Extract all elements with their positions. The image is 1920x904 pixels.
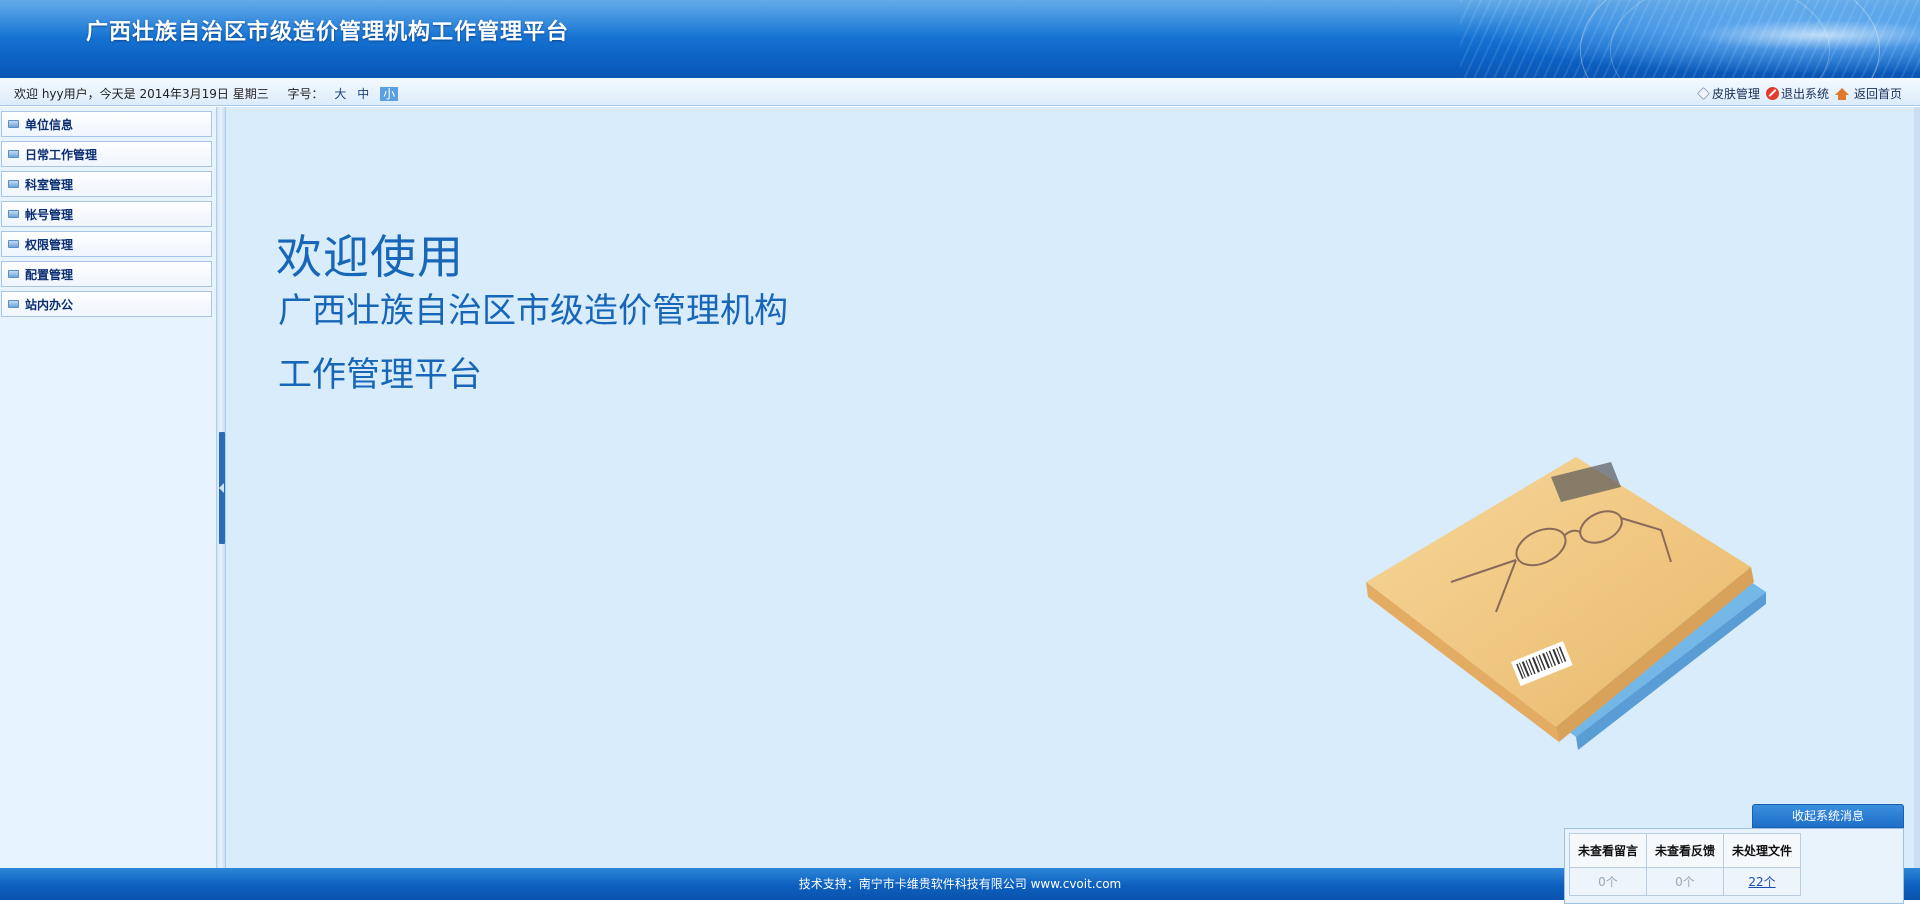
sidebar: 单位信息 日常工作管理 科室管理 帐号管理 权限管理 配置管理 站内办公: [0, 107, 216, 868]
sidebar-item-office[interactable]: 站内办公: [1, 291, 212, 317]
menu-folder-icon: [8, 180, 19, 188]
skin-manage-label: 皮肤管理: [1711, 87, 1760, 101]
app-title: 广西壮族自治区市级造价管理机构工作管理平台: [86, 19, 570, 45]
sidebar-item-config[interactable]: 配置管理: [1, 261, 212, 287]
header-unread-messages: 未查看留言: [1569, 833, 1647, 868]
sidebar-item-label: 日常工作管理: [25, 147, 98, 162]
pending-files-link[interactable]: 22个: [1723, 867, 1801, 896]
welcome-text: 欢迎 hyy用户，今天是 2014年3月19日 星期三: [14, 87, 269, 101]
font-size-label: 字号：: [287, 87, 324, 101]
sidebar-item-label: 配置管理: [25, 267, 74, 282]
top-links: 皮肤管理 退出系统 返回首页: [1697, 85, 1902, 102]
font-size-medium[interactable]: 中: [357, 87, 369, 101]
home-icon: [1834, 88, 1849, 100]
menu-folder-icon: [8, 120, 19, 128]
menu-folder-icon: [8, 300, 19, 308]
collapse-messages-button[interactable]: 收起系统消息: [1752, 804, 1904, 828]
welcome-area: 欢迎 hyy用户，今天是 2014年3月19日 星期三 字号： 大 中 小: [14, 85, 401, 102]
skin-icon: [1697, 87, 1710, 100]
books-glasses-illustration: [1366, 457, 1766, 750]
system-message-panel: 收起系统消息 未查看留言 未查看反馈 未处理文件 0个 0个 22个: [1564, 804, 1904, 904]
sidebar-item-daily-work[interactable]: 日常工作管理: [1, 141, 212, 167]
sidebar-item-label: 权限管理: [25, 237, 74, 252]
message-summary-table: 未查看留言 未查看反馈 未处理文件 0个 0个 22个: [1569, 833, 1801, 896]
unread-messages-count: 0个: [1569, 867, 1647, 896]
platform-name: 工作管理平台: [278, 355, 482, 395]
collapse-sidebar-handle[interactable]: [219, 432, 225, 544]
message-panel-body: 未查看留言 未查看反馈 未处理文件 0个 0个 22个: [1564, 828, 1904, 904]
menu-folder-icon: [8, 150, 19, 158]
header-globe-line: [1610, 0, 1830, 78]
welcome-heading: 欢迎使用: [276, 230, 464, 284]
exit-icon: [1765, 87, 1779, 100]
menu-folder-icon: [8, 210, 19, 218]
font-size-small[interactable]: 小: [380, 87, 399, 101]
sidebar-item-account[interactable]: 帐号管理: [1, 201, 212, 227]
header-pending-files: 未处理文件: [1723, 833, 1801, 868]
skin-manage-link[interactable]: 皮肤管理: [1697, 85, 1760, 102]
unread-feedback-count: 0个: [1646, 867, 1724, 896]
sidebar-item-permission[interactable]: 权限管理: [1, 231, 212, 257]
header-unread-feedback: 未查看反馈: [1646, 833, 1724, 868]
main-content: 欢迎使用 广西壮族自治区市级造价管理机构 工作管理平台: [226, 107, 1916, 868]
main-right-border: [1914, 107, 1920, 868]
exit-system-label: 退出系统: [1780, 87, 1829, 101]
sidebar-item-label: 单位信息: [25, 117, 74, 132]
app-header: 广西壮族自治区市级造价管理机构工作管理平台: [0, 0, 1920, 78]
sidebar-item-department[interactable]: 科室管理: [1, 171, 212, 197]
sidebar-item-label: 科室管理: [25, 177, 74, 192]
footer-text: 技术支持：南宁市卡维贵软件科技有限公司 www.cvoit.com: [798, 877, 1122, 891]
home-label: 返回首页: [1853, 87, 1902, 101]
menu-folder-icon: [8, 270, 19, 278]
sidebar-item-unit-info[interactable]: 单位信息: [1, 111, 212, 137]
font-size-large[interactable]: 大: [334, 87, 346, 101]
info-bar: 欢迎 hyy用户，今天是 2014年3月19日 星期三 字号： 大 中 小 皮肤…: [0, 78, 1920, 106]
yellow-book: [1366, 457, 1751, 727]
menu-folder-icon: [8, 240, 19, 248]
sidebar-item-label: 帐号管理: [25, 207, 74, 222]
sidebar-item-label: 站内办公: [25, 297, 74, 312]
home-link[interactable]: 返回首页: [1834, 85, 1902, 102]
sidebar-splitter[interactable]: [216, 107, 226, 868]
exit-system-link[interactable]: 退出系统: [1765, 85, 1829, 102]
organization-name: 广西壮族自治区市级造价管理机构: [278, 291, 788, 331]
